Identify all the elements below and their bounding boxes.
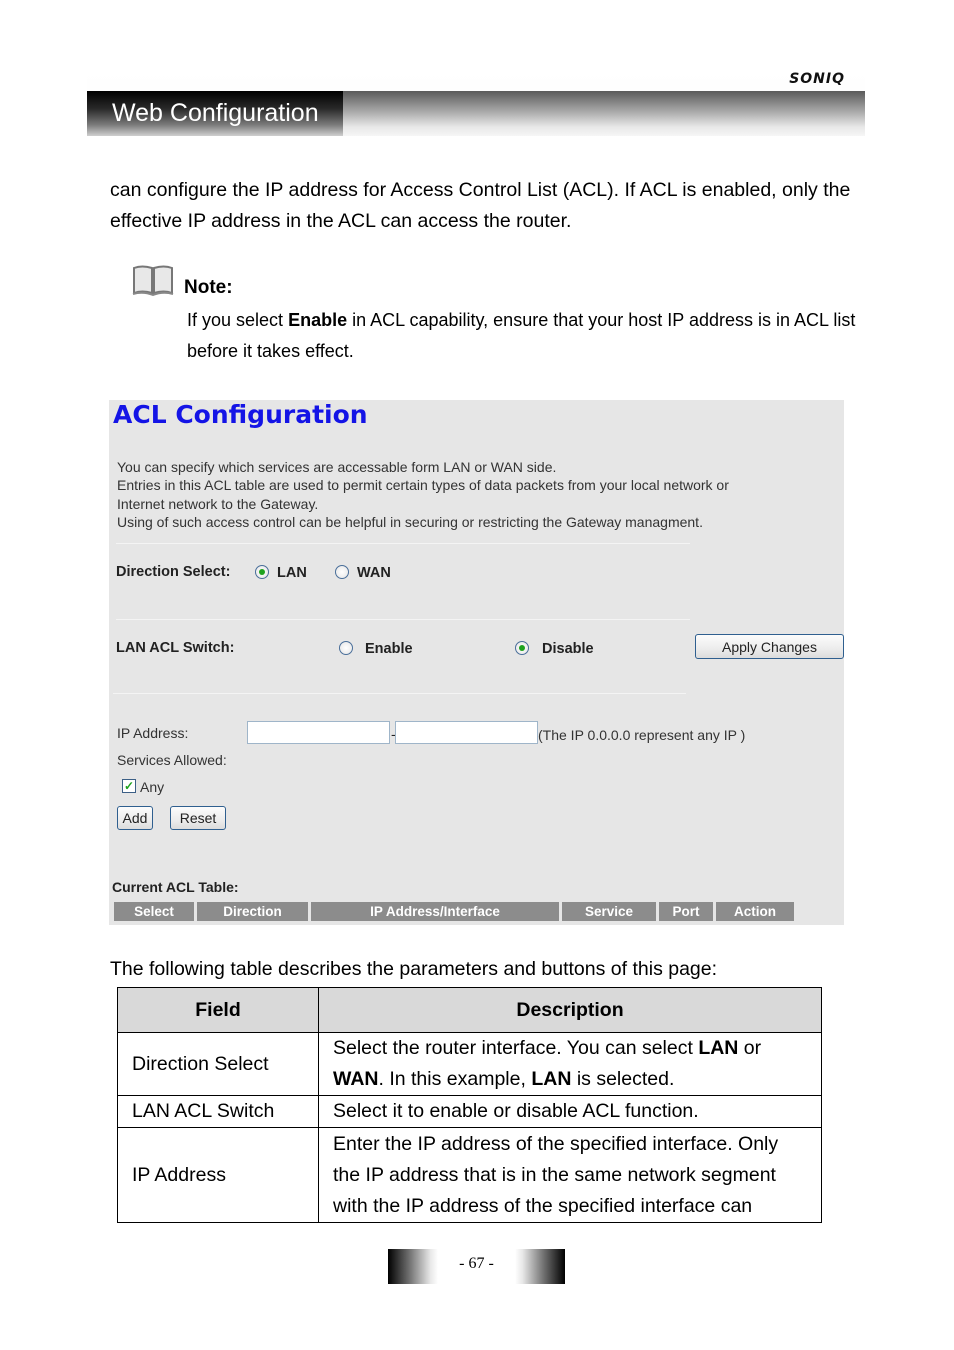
col-select: Select	[114, 902, 194, 921]
note-label: Note:	[184, 277, 233, 298]
description-text: Enter the IP address of the specified in…	[333, 1132, 779, 1217]
book-icon	[132, 265, 174, 297]
header-description: Description	[318, 987, 822, 1033]
radio-enable-label[interactable]: Enable	[365, 641, 413, 657]
header-field: Field	[117, 987, 319, 1033]
col-direction: Direction	[197, 902, 308, 921]
current-acl-table-label: Current ACL Table:	[112, 879, 239, 895]
ip-hint: (The IP 0.0.0.0 represent any IP )	[538, 727, 746, 743]
description-text: Select the router interface. You can sel…	[333, 1037, 699, 1059]
intro-line: Entries in this ACL table are used to pe…	[117, 477, 729, 494]
note-text-part: If you select	[187, 310, 289, 330]
description-bold-text: WAN	[333, 1068, 379, 1090]
divider	[113, 693, 686, 694]
page-number: - 67 -	[459, 1255, 494, 1272]
field-cell: IP Address	[117, 1127, 319, 1223]
direction-select-label: Direction Select:	[116, 564, 231, 580]
ip-start-input[interactable]	[247, 721, 390, 744]
table-row: IP Address Enter the IP address of the s…	[117, 1127, 822, 1223]
description-text: . In this example,	[378, 1068, 532, 1090]
acl-intro-text: You can specify which services are acces…	[117, 458, 817, 531]
description-bold-text: LAN	[698, 1037, 739, 1059]
intro-line: Using of such access control can be help…	[117, 513, 703, 530]
acl-config-title: ACL Configuration	[113, 400, 368, 429]
description-cell: Enter the IP address of the specified in…	[318, 1127, 822, 1223]
brand-logo: SONIQ	[789, 71, 845, 87]
parameters-table: Field Description Direction Select Selec…	[117, 987, 822, 1223]
description-cell: Select it to enable or disable ACL funct…	[318, 1095, 822, 1128]
any-checkbox[interactable]: ✓	[122, 779, 136, 793]
any-checkbox-label[interactable]: Any	[140, 779, 164, 795]
radio-lan[interactable]	[255, 565, 269, 579]
ip-address-label: IP Address:	[117, 725, 189, 741]
divider	[116, 543, 690, 544]
description-text: or	[738, 1037, 762, 1059]
ip-end-input[interactable]	[395, 721, 538, 744]
section-title: Web Configuration	[112, 99, 319, 127]
intro-line: You can specify which services are acces…	[117, 459, 557, 475]
description-text: is selected.	[571, 1068, 675, 1090]
services-allowed-label: Services Allowed:	[117, 752, 227, 768]
apply-changes-button[interactable]: Apply Changes	[695, 634, 844, 659]
radio-disable[interactable]	[515, 641, 529, 655]
footer-gradient-right	[515, 1249, 565, 1284]
field-cell: Direction Select	[117, 1032, 319, 1096]
radio-disable-label[interactable]: Disable	[542, 641, 594, 657]
description-cell: Select the router interface. You can sel…	[318, 1032, 822, 1096]
add-button[interactable]: Add	[117, 806, 153, 830]
table-row: Direction Select Select the router inter…	[117, 1032, 822, 1096]
col-service: Service	[562, 902, 656, 921]
radio-wan[interactable]	[335, 565, 349, 579]
description-text: Select it to enable or disable ACL funct…	[333, 1100, 699, 1122]
note-text: If you select Enable in ACL capability, …	[187, 305, 867, 367]
intro-line: Internet network to the Gateway.	[117, 495, 319, 512]
intro-paragraph: can configure the IP address for Access …	[110, 179, 851, 232]
description-bold-text: LAN	[531, 1068, 572, 1090]
reset-button[interactable]: Reset	[170, 806, 226, 830]
table-row: LAN ACL Switch Select it to enable or di…	[117, 1095, 822, 1128]
note-text-bold: Enable	[288, 310, 348, 330]
col-ip-address-interface: IP Address/Interface	[311, 902, 559, 921]
radio-lan-label[interactable]: LAN	[277, 565, 307, 581]
radio-enable[interactable]	[339, 641, 353, 655]
field-cell: LAN ACL Switch	[117, 1095, 319, 1128]
radio-wan-label[interactable]: WAN	[357, 565, 391, 581]
divider	[116, 619, 690, 620]
col-action: Action	[716, 902, 794, 921]
footer-gradient-left	[388, 1249, 438, 1284]
lan-acl-switch-label: LAN ACL Switch:	[116, 640, 235, 656]
acl-table-header: Select Direction IP Address/Interface Se…	[114, 902, 794, 921]
table-caption: The following table describes the parame…	[110, 958, 718, 980]
table-header-row: Field Description	[117, 987, 822, 1033]
acl-config-screenshot: ACL Configuration You can specify which …	[109, 400, 844, 925]
col-port: Port	[659, 902, 713, 921]
